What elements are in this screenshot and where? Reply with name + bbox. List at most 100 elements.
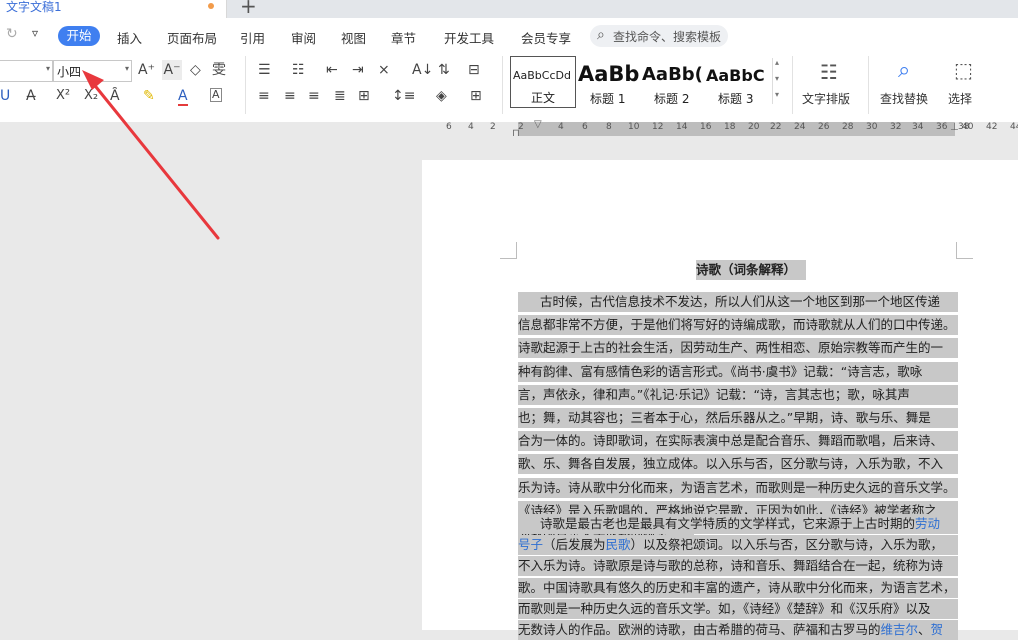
align-right-icon[interactable]: ≡ (308, 88, 320, 104)
underline-icon[interactable]: U (0, 88, 10, 104)
style-gallery-scroll[interactable]: ▴ ▾ ▾ (772, 58, 785, 104)
tab-references[interactable]: 引用 (240, 28, 265, 47)
quick-access-dropdown-icon[interactable]: ▿ (32, 26, 38, 40)
tab-membership[interactable]: 会员专享 (521, 28, 571, 47)
text-line: 信息都非常不方便，于是他们将写好的诗编成歌，而诗歌就从人们的口中传递。 (518, 317, 956, 332)
font-color-icon[interactable]: A (178, 88, 188, 106)
increase-indent-icon[interactable]: ⇥ (352, 62, 364, 78)
decrease-indent-icon[interactable]: ⇤ (326, 62, 338, 78)
char-border-icon[interactable]: A (210, 88, 222, 102)
text-line: 种有韵律、富有感情色彩的语言形式。《尚书·虞书》记载：“诗言志，歌咏 (518, 364, 923, 379)
style-preview: AaBbCcDd (513, 69, 571, 82)
text-line: 合为一体的。诗即歌词，在实际表演中总是配合音乐、舞蹈而歌唱，后来诗、 (518, 433, 944, 448)
text-line: 无数诗人的作品。欧洲的诗歌，由古希腊的荷马、萨福和古罗马的维吉尔、贺 (518, 620, 943, 640)
ruler-tick-label: 36 (936, 122, 948, 132)
ruler-tick-label: 2 (490, 122, 496, 132)
document-page[interactable]: 诗歌（词条解释） 古时候，古代信息技术不发达，所以人们从这一个地区到那一个地区传… (422, 160, 1018, 640)
subscript-icon[interactable]: X₂ (84, 88, 98, 104)
align-center-icon[interactable]: ≡ (284, 88, 296, 104)
chinese-layout-icon[interactable]: ⨯ (378, 62, 390, 78)
superscript-icon[interactable]: X² (56, 88, 70, 104)
find-icon: ⌕ (898, 58, 911, 83)
text-run: 诗歌是最古老也是最具有文学特质的文学样式，它来源于上古时期的 (540, 516, 916, 531)
style-preview: AaBb (578, 62, 640, 86)
phonetic-guide-icon[interactable]: 雯 (212, 62, 226, 78)
style-heading-2[interactable]: AaBb( 标题 2 (642, 56, 706, 106)
clear-format-icon[interactable]: ◇ (190, 62, 201, 78)
find-replace-button[interactable]: ⌕ 查找替换 (878, 58, 942, 110)
strikethrough-icon[interactable]: A̶ (26, 88, 36, 104)
text-line: 诗歌起源于上古的社会生活，因劳动生产、两性相恋、原始宗教等而产生的一 (518, 340, 944, 355)
command-search[interactable]: ⌕ 查找命令、搜索模板 (590, 25, 728, 47)
shrink-font-icon[interactable]: A⁻ (162, 60, 182, 80)
style-heading-1[interactable]: AaBb 标题 1 (576, 56, 640, 106)
style-preview: AaBbC (706, 66, 765, 85)
tab-chapter[interactable]: 章节 (391, 28, 416, 47)
find-replace-label: 查找替换 (880, 92, 929, 106)
ribbon: ▾ 小四 ▾ A⁺ A⁻ ◇ 雯 U A̶ X² X₂ Ȃ ✎ A A ☰ ☷ … (0, 52, 1018, 123)
ruler-tick-label: 16 (700, 122, 712, 132)
ruler-tick-label: 28 (842, 122, 854, 132)
tab-developer[interactable]: 开发工具 (444, 28, 494, 47)
style-heading-3[interactable]: AaBbC 标题 3 (706, 56, 770, 106)
highlight-icon[interactable]: ✎ (143, 88, 155, 104)
tab-page-layout[interactable]: 页面布局 (167, 28, 217, 47)
tab-insert[interactable]: 插入 (117, 28, 142, 47)
ruler-tick-label: 26 (818, 122, 830, 132)
ruler-tick-label: 10 (628, 122, 640, 132)
tab-review[interactable]: 审阅 (291, 28, 316, 47)
borders-icon[interactable]: ⊞ (470, 88, 482, 104)
grow-font-icon[interactable]: A⁺ (138, 62, 155, 78)
text-line: 言，声依永，律和声。”《礼记·乐记》记载：“诗，言其志也；歌，咏其声 (518, 387, 910, 402)
bullet-list-icon[interactable]: ☰ (258, 62, 271, 78)
text-line: 不入乐为诗。诗歌原是诗与歌的总称，诗和音乐、舞蹈结合在一起，统称为诗 (518, 556, 943, 576)
ruler-tick-label: 32 (890, 122, 902, 132)
text-layout-button[interactable]: ☷ 文字排版 (800, 58, 862, 110)
text-line: 歌、乐、舞各自发展，独立成体。以入乐与否，区分歌与诗，入乐为歌，不入 (518, 456, 944, 471)
document-tab[interactable]: 文字文稿1 (0, 0, 227, 18)
redo-icon[interactable]: ↻ (6, 26, 18, 42)
distributed-align-icon[interactable]: ⊞ (358, 88, 370, 104)
chevron-down-icon: ▾ (775, 74, 780, 83)
chevron-up-icon: ▴ (775, 58, 780, 67)
hyperlink[interactable]: 劳动 (915, 516, 940, 531)
justify-icon[interactable]: ≣ (334, 88, 346, 104)
tab-start[interactable]: 开始 (58, 26, 100, 46)
unsaved-dot-icon (208, 3, 214, 9)
show-marks-icon[interactable]: ⊟ (468, 62, 480, 78)
text-direction-icon[interactable]: A↓ (412, 62, 433, 78)
ruler-tick-label: 18 (724, 122, 736, 132)
sort-icon[interactable]: ⇅ (438, 62, 450, 78)
left-indent-marker[interactable]: ⊓ (512, 128, 520, 139)
align-left-icon[interactable]: ≡ (258, 88, 270, 104)
first-line-indent-marker[interactable]: ▽ (534, 119, 542, 130)
ruler-tick-label: 22 (770, 122, 782, 132)
style-preview: AaBb( (642, 64, 703, 85)
text-run: 不入乐为诗。诗歌原是诗与歌的总称，诗和音乐、舞蹈结合在一起，统称为诗 (518, 558, 944, 573)
style-label: 标题 3 (718, 92, 754, 106)
select-button[interactable]: ⬚ 选择 (946, 58, 986, 110)
text-line: 号子（后发展为民歌）以及祭祀颂词。以入乐与否，区分歌与诗，入乐为歌， (518, 535, 943, 555)
text-run: 歌。中国诗歌具有悠久的历史和丰富的遗产，诗从歌中分化而来，为语言艺术， (518, 580, 956, 595)
ruler-tick-label: 20 (748, 122, 760, 132)
ruler-tick-label: 34 (912, 122, 924, 132)
hyperlink[interactable]: 号子 (518, 537, 543, 552)
right-indent-marker[interactable]: ⊥ (950, 122, 959, 133)
style-normal[interactable]: AaBbCcDd 正文 (510, 56, 576, 108)
shading-icon[interactable]: ◈ (436, 88, 447, 104)
hyperlink[interactable]: 民歌 (606, 537, 631, 552)
document-tab-title: 文字文稿1 (6, 0, 62, 14)
tab-view[interactable]: 视图 (341, 28, 366, 47)
font-name-combo[interactable]: ▾ (0, 60, 53, 82)
chevron-down-icon: ▾ (45, 64, 50, 73)
margin-corner (500, 242, 517, 259)
numbered-list-icon[interactable]: ☷ (292, 62, 305, 78)
text-effect-icon[interactable]: Ȃ (110, 88, 120, 104)
new-tab-button[interactable]: + (240, 0, 257, 18)
select-icon: ⬚ (954, 58, 973, 82)
line-spacing-icon[interactable]: ↕≡ (392, 88, 415, 104)
text-line: 而歌则是一种历史久远的音乐文学。如，《诗经》《楚辞》和《汉乐府》以及 (518, 599, 931, 619)
text-line: 乐为诗。诗从歌中分化而来，为语言艺术，而歌则是一种历史久远的音乐文学。 (518, 480, 956, 495)
text-run: （后发展为 (543, 537, 606, 552)
font-size-combo[interactable]: 小四 ▾ (53, 60, 132, 82)
